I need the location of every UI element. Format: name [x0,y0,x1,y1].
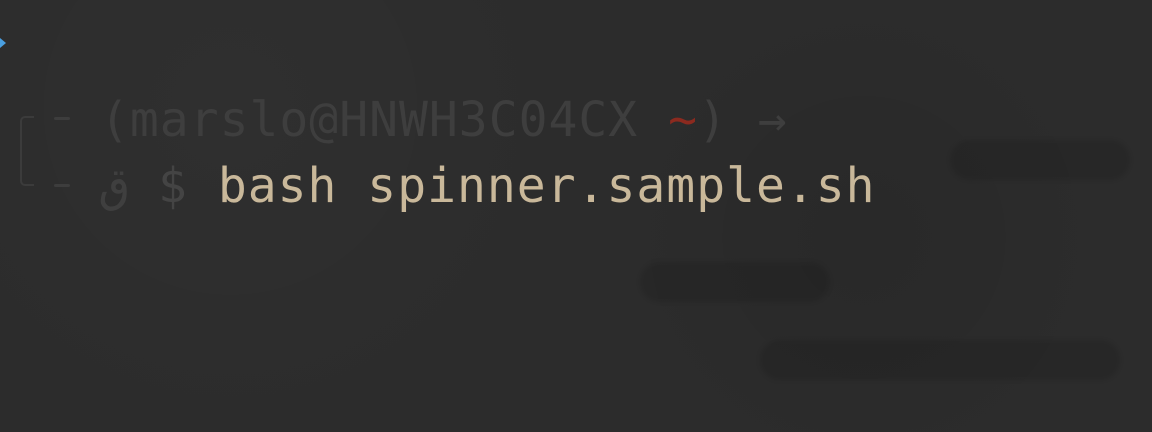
prompt-dash [54,117,70,120]
prompt-arrow-icon: → [727,92,788,148]
prompt-open-paren: ( [100,92,130,148]
terminal-screen: (marslo@HNWH3C04CX ~) → ق $ bash spinner.… [0,0,1152,432]
cursor-marker-icon [0,38,6,48]
terminal-output[interactable]: (marslo@HNWH3C04CX ~) → ق $ bash spinner.… [0,0,1152,432]
prompt-dollar: $ [158,158,188,214]
prompt-bracket [20,116,34,186]
prompt-dash [54,184,70,187]
command-line: ق $ bash spinner.sample.sh [100,158,876,214]
prompt-user-host: marslo@HNWH3C04CX [129,92,639,148]
prompt-glyph-icon: ق [100,158,129,214]
prompt-close-paren: ) [698,92,728,148]
prompt-line: (marslo@HNWH3C04CX ~) → [100,92,788,148]
prompt-cwd: ~ [668,92,698,148]
command-text: bash spinner.sample.sh [217,158,876,214]
